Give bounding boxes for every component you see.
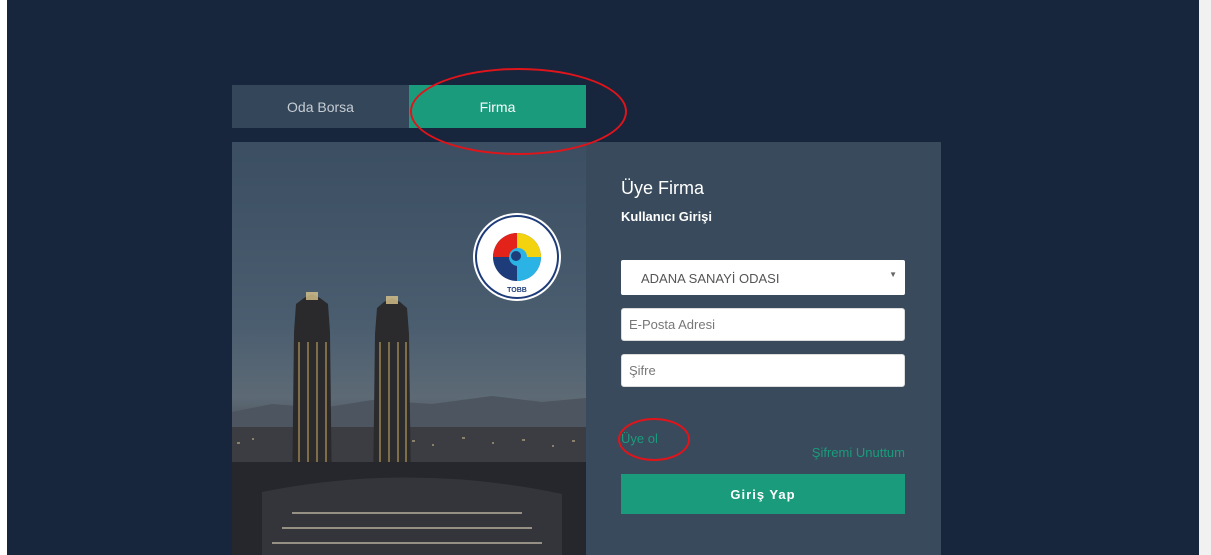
tobb-towers-photo: TOBB (232, 142, 586, 555)
login-form: Üye Firma Kullanıcı Girişi ADANA SANAYİ … (586, 142, 941, 555)
password-input[interactable] (621, 354, 905, 387)
form-title: Üye Firma (621, 178, 705, 198)
login-button[interactable]: Giriş Yap (621, 474, 905, 514)
login-type-tabs: Oda Borsa Firma (232, 85, 586, 128)
login-card: TOBB Üye Firma Kullanıcı Girişi ADANA SA… (232, 142, 941, 555)
chamber-select[interactable]: ADANA SANAYİ ODASI ▼ (621, 260, 905, 295)
register-link[interactable]: Üye ol (621, 431, 658, 446)
chamber-select-value: ADANA SANAYİ ODASI (641, 271, 780, 286)
tab-oda-borsa[interactable]: Oda Borsa (232, 85, 409, 128)
towers-illustration (232, 292, 586, 555)
tab-firma[interactable]: Firma (409, 85, 586, 128)
svg-text:TOBB: TOBB (507, 287, 527, 294)
tobb-logo: TOBB (473, 213, 561, 301)
vertical-scrollbar[interactable] (1199, 0, 1211, 555)
left-margin (0, 0, 7, 555)
email-input[interactable] (621, 308, 905, 341)
caret-down-icon: ▼ (889, 270, 897, 279)
forgot-password-link[interactable]: Şifremi Unuttum (812, 445, 905, 460)
form-subtitle: Kullanıcı Girişi (621, 209, 713, 224)
